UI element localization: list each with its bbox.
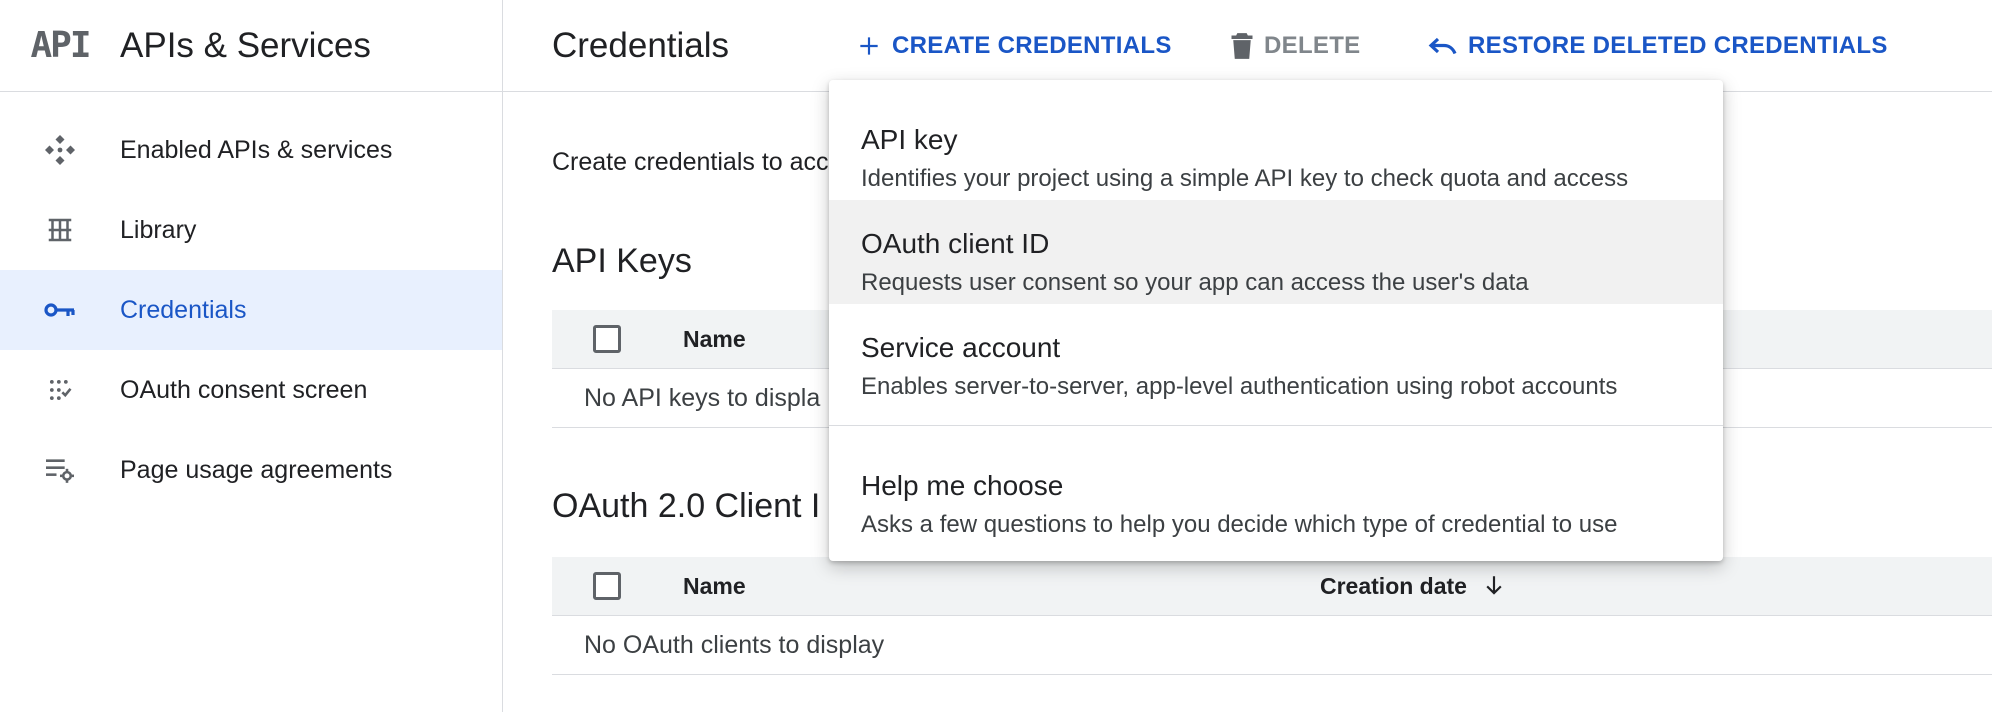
restore-label: RESTORE DELETED CREDENTIALS [1468, 31, 1888, 59]
sidebar-nav: Enabled APIs & services Library Credenti… [0, 110, 502, 510]
delete-label: DELETE [1264, 31, 1361, 59]
delete-button[interactable]: DELETE [1230, 32, 1360, 60]
menu-divider [829, 425, 1723, 426]
sidebar-item-label: OAuth consent screen [120, 375, 368, 404]
menu-item-help-me-choose[interactable]: Help me choose Asks a few questions to h… [829, 442, 1723, 546]
select-all-oauth-clients-checkbox[interactable] [593, 572, 621, 600]
select-all-api-keys-checkbox[interactable] [593, 325, 621, 353]
empty-state-text: No OAuth clients to display [584, 630, 885, 659]
empty-state-text: No API keys to displa [584, 383, 821, 412]
key-icon [0, 300, 120, 320]
column-header-name[interactable]: Name [683, 573, 746, 600]
arrow-down-icon [1486, 576, 1502, 595]
intro-text: Create credentials to acc [552, 148, 829, 176]
page-title: Credentials [552, 25, 730, 65]
create-credentials-label: CREATE CREDENTIALS [892, 31, 1172, 59]
top-toolbar: Credentials CREATE CREDENTIALS DELETE RE… [503, 0, 1992, 92]
menu-item-title: Help me choose [861, 470, 1064, 501]
menu-item-title: API key [861, 124, 958, 155]
sidebar-item-label: Page usage agreements [120, 455, 393, 484]
creation-date-label: Creation date [1320, 572, 1467, 599]
menu-item-title: OAuth client ID [861, 228, 1050, 259]
oauth-clients-heading: OAuth 2.0 Client I [552, 487, 821, 525]
column-header-name[interactable]: Name [683, 326, 746, 353]
product-title: APIs & Services [120, 25, 371, 65]
restore-deleted-credentials-button[interactable]: RESTORE DELETED CREDENTIALS [1428, 32, 1888, 60]
plus-icon [860, 36, 878, 55]
create-credentials-button[interactable]: CREATE CREDENTIALS [856, 32, 1172, 60]
enabled-apis-icon [0, 132, 120, 168]
undo-icon [1428, 37, 1457, 54]
sidebar-item-library[interactable]: Library [0, 190, 502, 270]
menu-item-title: Service account [861, 332, 1061, 363]
sidebar-item-enabled-apis[interactable]: Enabled APIs & services [0, 110, 502, 190]
menu-item-oauth-client-id[interactable]: OAuth client ID Requests user consent so… [829, 200, 1723, 304]
brand-header: API APIs & Services [0, 0, 502, 92]
sidebar-item-label: Library [120, 215, 197, 244]
api-logo-icon: API [30, 25, 91, 66]
consent-screen-icon [0, 376, 120, 404]
sidebar-item-label: Enabled APIs & services [120, 135, 393, 164]
menu-item-description: Asks a few questions to help you decide … [861, 511, 1618, 538]
sidebar-item-page-usage[interactable]: Page usage agreements [0, 430, 502, 510]
library-icon [0, 214, 120, 246]
menu-item-description: Identifies your project using a simple A… [861, 165, 1629, 192]
column-header-creation-date[interactable]: Creation date [1320, 572, 1507, 600]
create-credentials-menu: API key Identifies your project using a … [829, 80, 1723, 561]
api-keys-heading: API Keys [552, 242, 692, 280]
sidebar-item-label: Credentials [120, 295, 247, 324]
oauth-clients-empty-row: No OAuth clients to display [552, 616, 1992, 675]
menu-item-description: Requests user consent so your app can ac… [861, 269, 1529, 296]
sidebar-item-oauth-consent[interactable]: OAuth consent screen [0, 350, 502, 430]
menu-item-api-key[interactable]: API key Identifies your project using a … [829, 96, 1723, 200]
sidebar: API APIs & Services Enabled APIs & servi… [0, 0, 503, 712]
oauth-clients-table-header: Name Creation date [552, 557, 1992, 616]
trash-icon [1231, 32, 1253, 59]
menu-item-service-account[interactable]: Service account Enables server-to-server… [829, 304, 1723, 408]
sidebar-item-credentials[interactable]: Credentials [0, 270, 502, 350]
page-settings-icon [0, 456, 120, 484]
menu-item-description: Enables server-to-server, app-level auth… [861, 373, 1618, 400]
